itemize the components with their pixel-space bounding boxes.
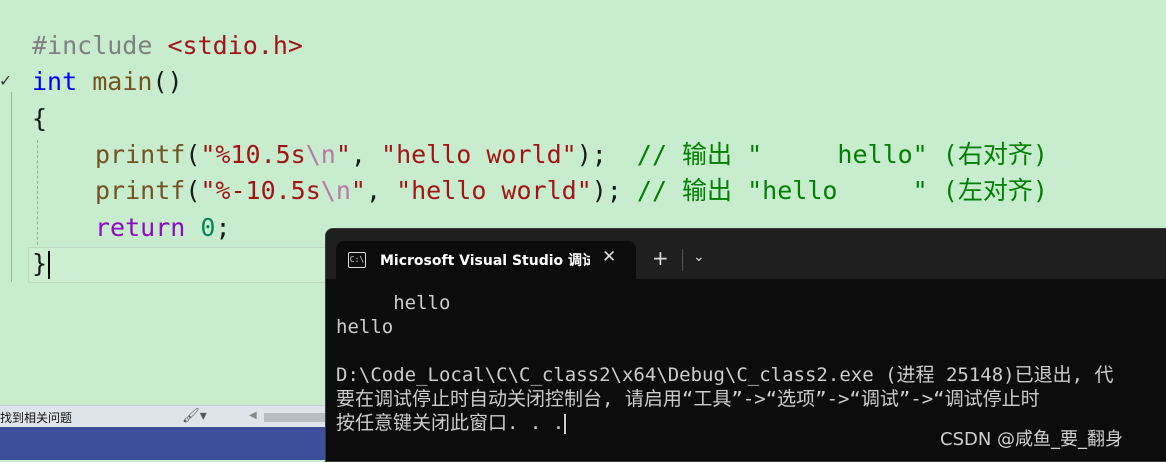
tab-title: Microsoft Visual Studio 调试控制台 [380, 253, 590, 269]
paren: ( [185, 176, 201, 205]
escape-seq: \n [305, 140, 336, 169]
close-icon[interactable]: ✕ [602, 247, 616, 267]
code-line-2[interactable]: int main() [32, 64, 183, 100]
console-tab[interactable]: C:\ Microsoft Visual Studio 调试控制台 ✕ [336, 241, 636, 279]
console-output-line: hello [336, 292, 451, 314]
printf-call: printf [95, 176, 186, 205]
printf-call: printf [95, 140, 186, 169]
close-paren: ); [576, 140, 637, 169]
issues-label[interactable]: 找到相关问题 [0, 409, 72, 426]
horizontal-scrollbar[interactable] [264, 413, 326, 422]
console-output-line: hello [336, 316, 394, 338]
format-string-end: " [350, 176, 366, 205]
format-string: "%10.5s [200, 140, 306, 169]
string-arg: "hello world" [381, 140, 577, 169]
watermark: CSDN @咸鱼_要_翻身 [940, 429, 1124, 450]
format-string-end: " [335, 140, 351, 169]
semicolon: ; [215, 213, 231, 242]
comment: // 输出 " hello" (右对齐) [636, 140, 1048, 169]
indent-guide [37, 140, 38, 250]
code-line-6[interactable]: return 0; [95, 210, 231, 246]
new-tab-icon[interactable]: + [652, 246, 669, 270]
paren: ( [185, 140, 201, 169]
comma: , [365, 176, 397, 205]
format-string: "%-10.5s [200, 176, 321, 205]
comma: , [350, 140, 382, 169]
chevron-down-icon[interactable]: ⌄ [693, 249, 705, 265]
return-keyword: return [95, 213, 186, 242]
open-brace: { [32, 104, 48, 133]
include-directive: #include [32, 31, 153, 60]
escape-seq: \n [320, 176, 351, 205]
collapse-chevron-icon[interactable]: ✓ [0, 70, 11, 91]
close-paren: ); [591, 176, 637, 205]
comment: // 输出 "hello " (左对齐) [636, 176, 1048, 205]
code-cleanup-icon[interactable]: 🖌▾ [182, 408, 207, 424]
console-output-line: D:\Code_Local\C\C_class2\x64\Debug\C_cla… [336, 364, 1114, 386]
console-icon: C:\ [348, 252, 366, 268]
error-list-bar: 找到相关问题 🖌▾ ◀ [0, 405, 326, 428]
current-line-highlight [28, 247, 330, 283]
close-brace: } [32, 249, 48, 278]
console-output-line: 按任意键关闭此窗口. . . [336, 411, 567, 435]
fold-guide [11, 92, 12, 282]
tab-separator [682, 249, 683, 271]
code-line-5[interactable]: printf("%-10.5s\n", "hello world"); // 输… [95, 173, 1048, 209]
function-name: main [92, 67, 153, 96]
console-prompt: 按任意键关闭此窗口. . . [336, 412, 565, 434]
code-line-1[interactable]: #include <stdio.h> [32, 28, 303, 64]
console-caret [564, 413, 567, 434]
text-caret [48, 251, 51, 279]
code-line-7[interactable]: } [32, 246, 51, 282]
code-line-3[interactable]: { [32, 101, 47, 137]
return-value: 0 [200, 213, 216, 242]
console-output-line: 要在调试停止时自动关闭控制台, 请启用“工具”->“选项”->“调试”->“调试… [336, 388, 1040, 410]
string-arg: "hello world" [396, 176, 592, 205]
scroll-left-icon[interactable]: ◀ [249, 410, 257, 421]
include-header: <stdio.h> [167, 31, 303, 60]
status-band [0, 427, 326, 460]
code-line-4[interactable]: printf("%10.5s\n", "hello world"); // 输出… [95, 137, 1048, 173]
type-keyword: int [32, 67, 78, 96]
terminal-tab-bar: C:\ Microsoft Visual Studio 调试控制台 ✕ + ⌄ [326, 229, 1166, 279]
parens: () [152, 67, 183, 96]
